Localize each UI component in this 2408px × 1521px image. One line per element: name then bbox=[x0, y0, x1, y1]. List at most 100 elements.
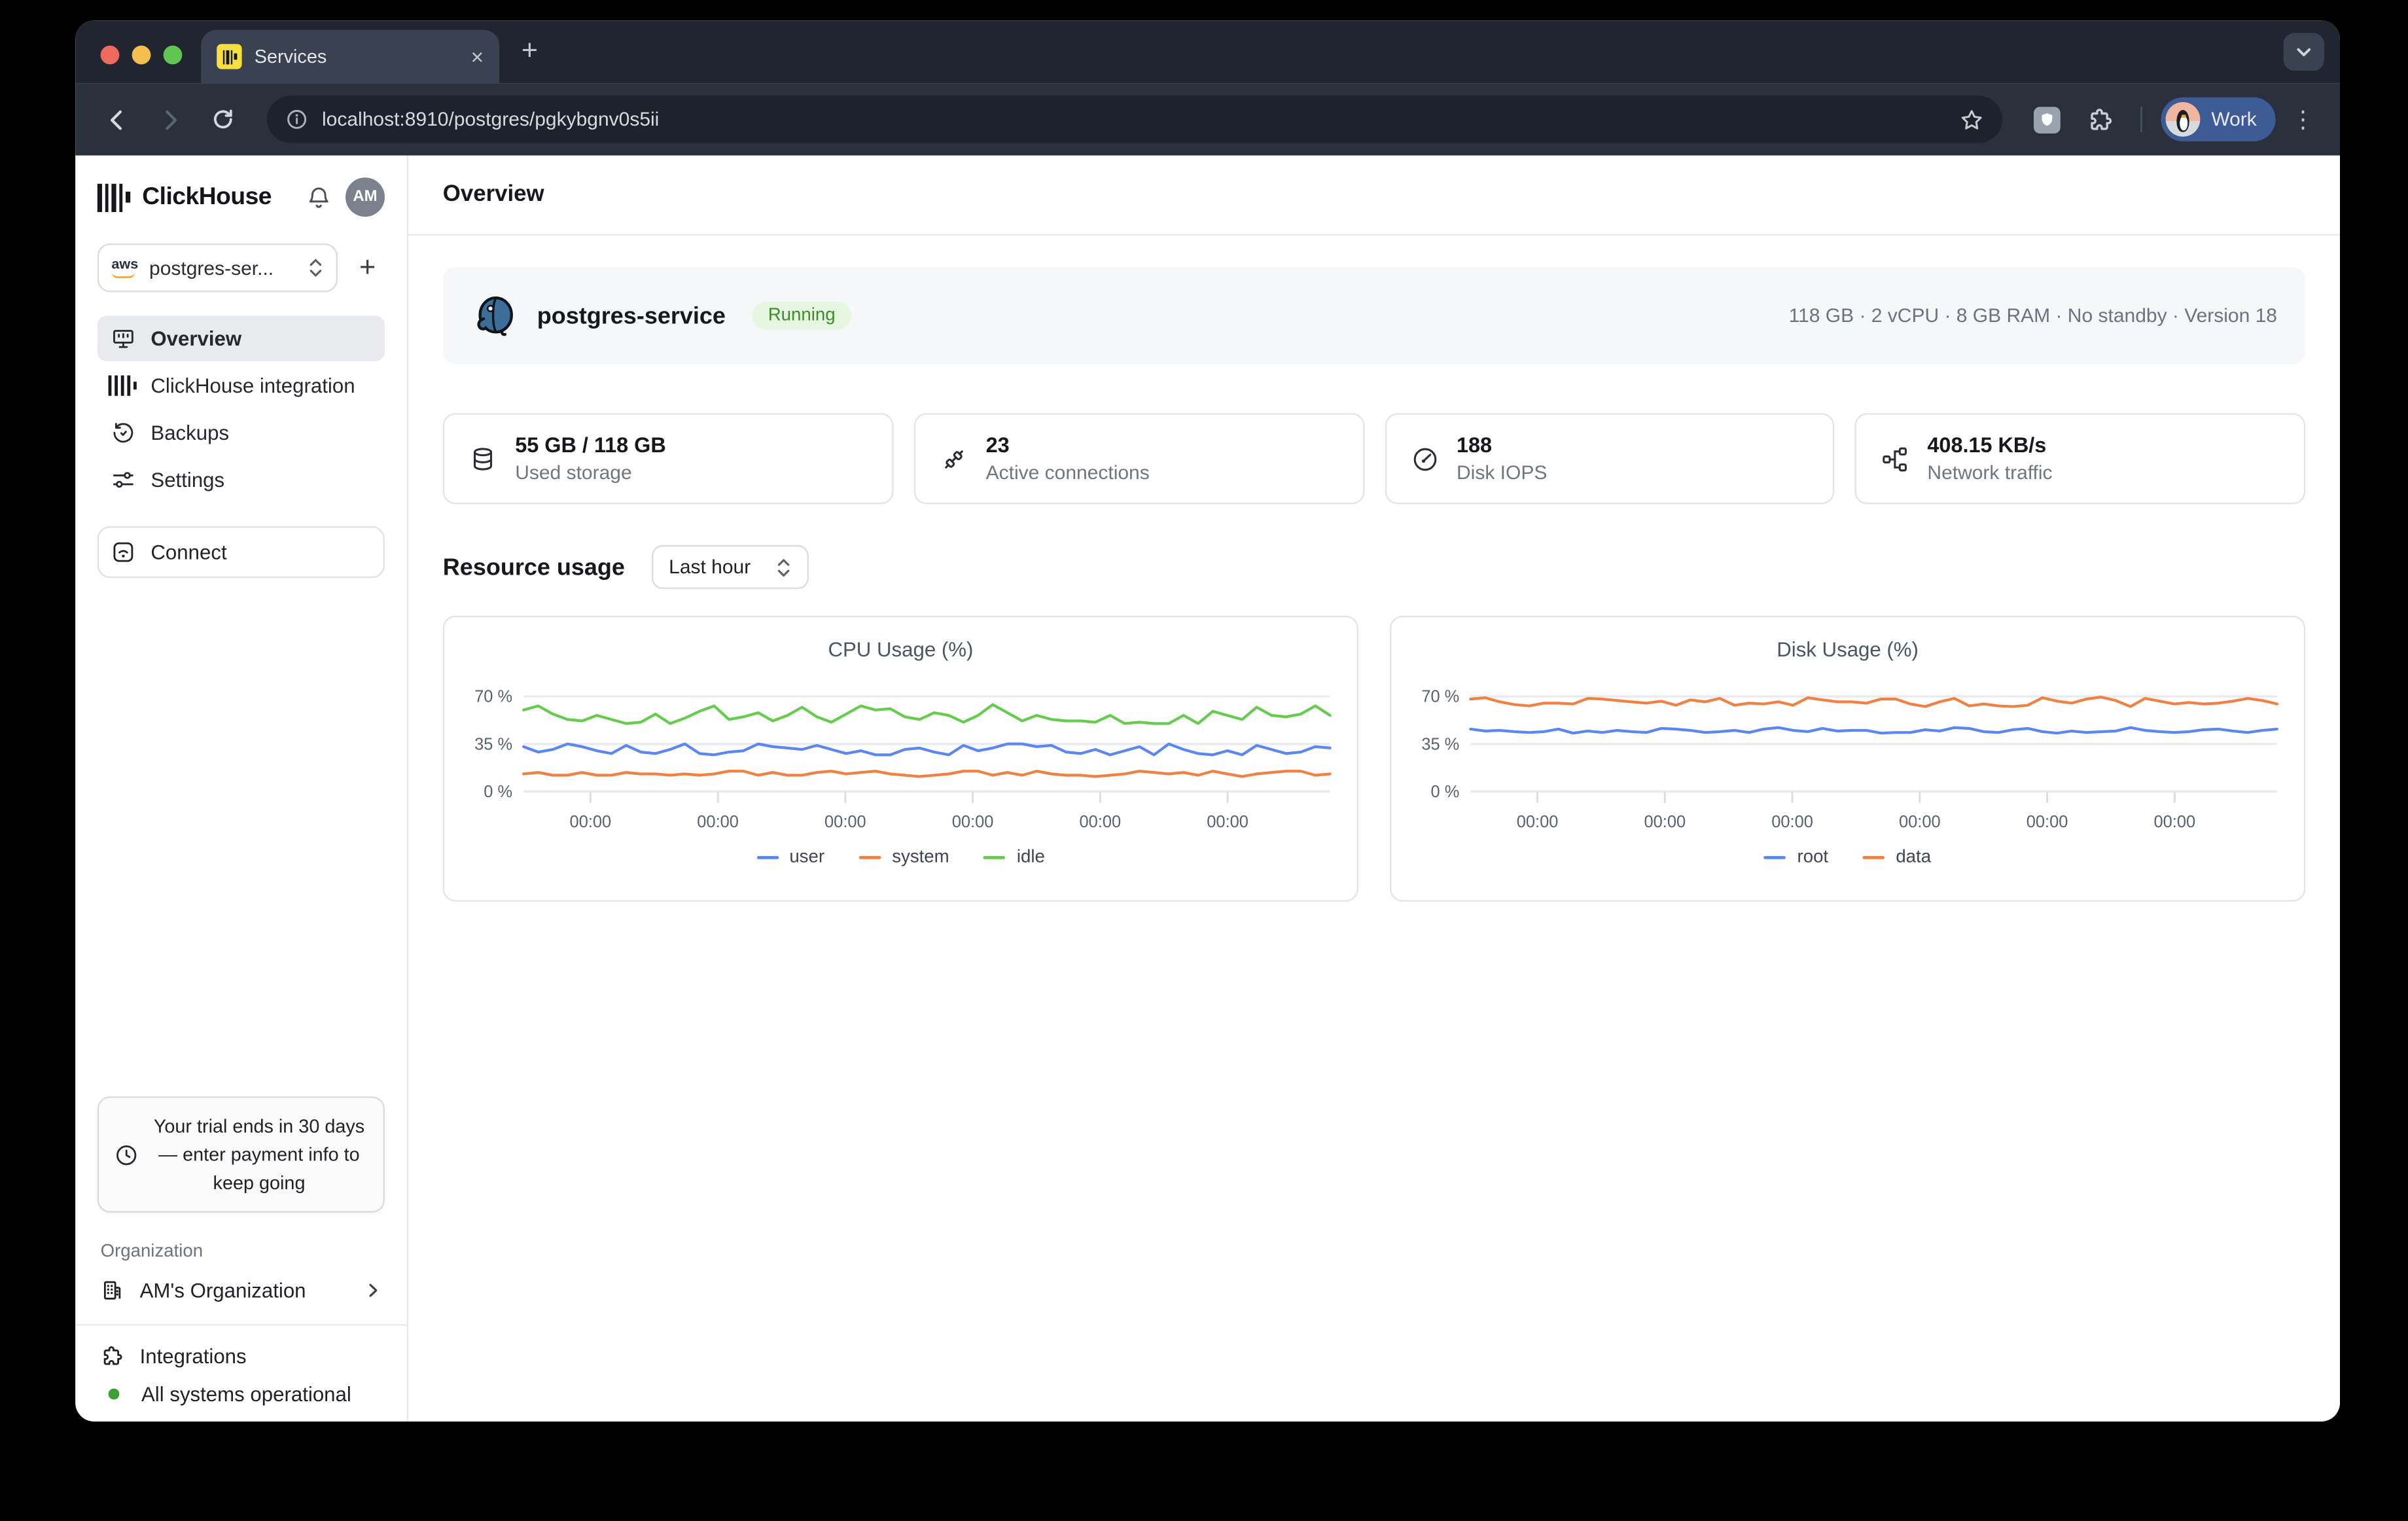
connections-cable-icon bbox=[940, 445, 967, 472]
chart-title: Disk Usage (%) bbox=[1407, 637, 2288, 661]
window-controls[interactable] bbox=[101, 46, 183, 65]
brand-row: ClickHouse AM bbox=[97, 177, 385, 217]
stat-card-disk-iops: 188 Disk IOPS bbox=[1385, 413, 1835, 504]
extensions-button[interactable] bbox=[2078, 98, 2121, 141]
connect-button-label: Connect bbox=[150, 541, 226, 564]
clickhouse-bars-icon bbox=[109, 376, 137, 396]
organization-name: AM's Organization bbox=[140, 1279, 349, 1302]
svg-text:00:00: 00:00 bbox=[1080, 813, 1122, 831]
svg-text:00:00: 00:00 bbox=[1517, 813, 1559, 831]
legend-item-idle: idle bbox=[983, 848, 1044, 867]
tab-strip: Services × + bbox=[75, 20, 2340, 83]
sidebar-item-clickhouse-integration[interactable]: ClickHouse integration bbox=[97, 363, 385, 408]
connect-button[interactable]: Connect bbox=[97, 526, 385, 578]
app-area: ClickHouse AM aws postgres-ser... + bbox=[75, 156, 2340, 1422]
svg-text:70 %: 70 % bbox=[474, 687, 512, 706]
service-name: postgres-service bbox=[537, 302, 726, 329]
legend-dash-icon bbox=[859, 855, 881, 859]
building-icon bbox=[101, 1279, 124, 1302]
main-area: Overview postgres-service Running bbox=[408, 156, 2340, 1422]
sidebar-item-overview[interactable]: Overview bbox=[97, 315, 385, 361]
chart-title: CPU Usage (%) bbox=[460, 637, 1341, 661]
site-info-icon[interactable] bbox=[286, 109, 308, 131]
chart-legend: usersystemidle bbox=[460, 848, 1341, 867]
page-title: Overview bbox=[443, 182, 544, 207]
svg-text:0 %: 0 % bbox=[1431, 783, 1460, 801]
reload-button[interactable] bbox=[201, 98, 245, 141]
new-tab-button[interactable]: + bbox=[522, 35, 538, 67]
sidebar-footer: Integrations All systems operational bbox=[97, 1326, 385, 1406]
integrations-puzzle-icon bbox=[101, 1344, 124, 1368]
service-selector-value: postgres-ser... bbox=[149, 257, 297, 279]
resource-usage-title: Resource usage bbox=[443, 554, 625, 581]
time-range-select[interactable]: Last hour bbox=[652, 545, 809, 589]
address-bar[interactable]: localhost:8910/postgres/pgkybgnv0s5ii bbox=[267, 96, 2002, 143]
sidebar-item-backups[interactable]: Backups bbox=[97, 410, 385, 456]
svg-text:00:00: 00:00 bbox=[952, 813, 994, 831]
select-updown-icon bbox=[308, 258, 323, 278]
service-specs: 118 GB · 2 vCPU · 8 GB RAM · No standby … bbox=[1789, 305, 2277, 327]
sidebar-item-label: Backups bbox=[150, 421, 229, 444]
toolbar-separator bbox=[2140, 107, 2142, 132]
system-status-text: All systems operational bbox=[141, 1382, 351, 1406]
trial-notice[interactable]: Your trial ends in 30 days — enter payme… bbox=[97, 1096, 385, 1213]
brand-name: ClickHouse bbox=[142, 183, 294, 211]
legend-dash-icon bbox=[1863, 855, 1885, 859]
stat-card-used-storage: 55 GB / 118 GB Used storage bbox=[443, 413, 893, 504]
back-button[interactable] bbox=[94, 98, 138, 141]
aws-logo-icon: aws bbox=[111, 258, 138, 278]
legend-dash-icon bbox=[983, 855, 1006, 859]
sidebar-menu: Overview ClickHouse integration Backups … bbox=[97, 315, 385, 503]
sidebar-item-label: ClickHouse integration bbox=[150, 374, 355, 397]
svg-text:35 %: 35 % bbox=[1421, 735, 1459, 753]
backups-history-icon bbox=[111, 421, 134, 444]
status-badge: Running bbox=[752, 302, 851, 330]
system-status-row[interactable]: All systems operational bbox=[97, 1382, 385, 1406]
shield-extension-button[interactable] bbox=[2025, 98, 2068, 141]
add-service-button[interactable]: + bbox=[350, 251, 385, 284]
url-text[interactable]: localhost:8910/postgres/pgkybgnv0s5ii bbox=[322, 109, 1946, 131]
minimize-window-button[interactable] bbox=[132, 46, 151, 65]
service-summary-card: postgres-service Running 118 GB · 2 vCPU… bbox=[443, 267, 2305, 365]
bookmark-star-icon[interactable] bbox=[1960, 107, 1983, 131]
integrations-link[interactable]: Integrations bbox=[97, 1344, 385, 1368]
sidebar-spacer bbox=[97, 578, 385, 1096]
notifications-bell-icon[interactable] bbox=[306, 185, 331, 209]
browser-toolbar: localhost:8910/postgres/pgkybgnv0s5ii Wo… bbox=[75, 83, 2340, 155]
trial-notice-text: Your trial ends in 30 days — enter payme… bbox=[150, 1112, 367, 1197]
puzzle-icon bbox=[2087, 106, 2114, 133]
organization-section-label: Organization bbox=[97, 1242, 385, 1261]
tab-search-button[interactable] bbox=[2284, 33, 2324, 71]
service-selector[interactable]: aws postgres-ser... bbox=[97, 243, 338, 292]
sidebar: ClickHouse AM aws postgres-ser... + bbox=[75, 156, 408, 1422]
organization-row[interactable]: AM's Organization bbox=[97, 1279, 385, 1302]
svg-text:00:00: 00:00 bbox=[1644, 813, 1686, 831]
clickhouse-favicon bbox=[217, 44, 241, 69]
stat-card-network-traffic: 408.15 KB/s Network traffic bbox=[1855, 413, 2305, 504]
disk-usage-chart: Disk Usage (%) 70 %35 %0 %00:0000:0000:0… bbox=[1390, 616, 2305, 902]
browser-menu-button[interactable]: ⋮ bbox=[2285, 105, 2321, 134]
svg-text:35 %: 35 % bbox=[474, 735, 512, 753]
page-header: Overview bbox=[408, 156, 2340, 236]
user-avatar[interactable]: AM bbox=[345, 177, 385, 217]
close-window-button[interactable] bbox=[101, 46, 120, 65]
connect-wifi-icon bbox=[111, 541, 135, 564]
resource-usage-row: Resource usage Last hour bbox=[443, 545, 2305, 589]
screen: Services × + localhost:8910/postgres/pgk… bbox=[0, 0, 2408, 1521]
svg-text:00:00: 00:00 bbox=[1207, 813, 1248, 831]
svg-text:70 %: 70 % bbox=[1421, 687, 1459, 706]
forward-button[interactable] bbox=[148, 98, 192, 141]
stat-card-active-connections: 23 Active connections bbox=[913, 413, 1364, 504]
network-icon bbox=[1882, 445, 1909, 472]
browser-tab-services[interactable]: Services × bbox=[201, 30, 499, 84]
stat-value: 55 GB / 118 GB bbox=[515, 431, 666, 460]
stat-label: Active connections bbox=[986, 460, 1150, 486]
sidebar-item-settings[interactable]: Settings bbox=[97, 457, 385, 503]
time-range-value: Last hour bbox=[669, 556, 751, 579]
integrations-label: Integrations bbox=[140, 1344, 247, 1368]
stat-label: Network traffic bbox=[1927, 460, 2052, 486]
tab-close-icon[interactable]: × bbox=[471, 46, 484, 68]
maximize-window-button[interactable] bbox=[164, 46, 183, 65]
profile-chip[interactable]: Work bbox=[2161, 98, 2276, 141]
svg-text:00:00: 00:00 bbox=[697, 813, 739, 831]
